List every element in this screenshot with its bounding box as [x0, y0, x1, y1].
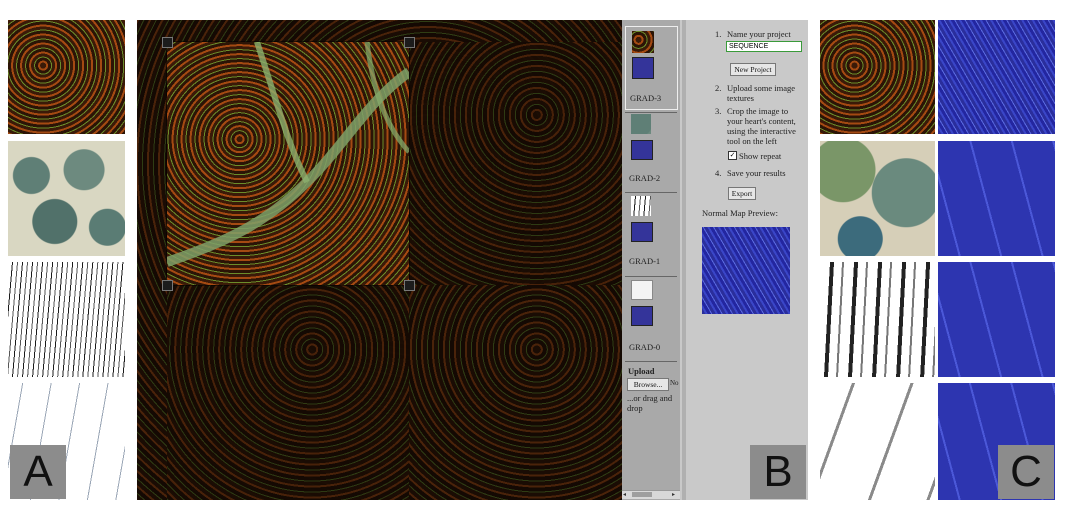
result-lines-normal	[938, 262, 1055, 377]
result-lines-texture	[820, 262, 935, 377]
layer-item[interactable]: GRAD-3	[625, 26, 678, 110]
result-stone-texture	[820, 141, 935, 256]
layer-item[interactable]: GRAD-1	[625, 196, 676, 274]
layer-item[interactable]: GRAD-0	[625, 280, 676, 360]
scrollbar-track[interactable]	[682, 20, 686, 500]
layer-normal-swatch	[631, 306, 653, 326]
show-repeat-checkbox[interactable]: ✓	[728, 151, 737, 160]
tile-bottom-left	[167, 285, 409, 500]
layer-label: GRAD-2	[629, 173, 661, 183]
panel-a: A	[8, 20, 125, 500]
browse-suffix: No	[670, 379, 679, 387]
panel-c: C	[820, 20, 1056, 500]
project-name-input[interactable]	[726, 41, 802, 52]
normal-preview-title: Normal Map Preview:	[702, 208, 779, 218]
layer-label: GRAD-3	[630, 93, 662, 103]
horizontal-scrollbar[interactable]: ◂ ▸	[622, 490, 680, 499]
layer-divider	[625, 112, 677, 113]
result-light-lines-texture	[820, 383, 935, 500]
scroll-right-icon[interactable]: ▸	[672, 491, 675, 499]
layer-item[interactable]: GRAD-2	[625, 114, 676, 190]
layer-divider	[625, 361, 677, 362]
texture-lines-thumb	[8, 262, 125, 377]
new-project-button[interactable]: New Project	[730, 63, 776, 76]
instructions-panel: 1. Name your project New Project 2. Uplo…	[680, 20, 808, 500]
layer-normal-swatch	[631, 222, 653, 242]
layer-label: GRAD-1	[629, 256, 661, 266]
normal-map-preview	[702, 227, 790, 314]
label-c: C	[998, 445, 1054, 499]
step1-text: Name your project	[727, 29, 791, 39]
step3-text: Crop the image to your heart's content, …	[727, 106, 796, 146]
crop-handle-top-left[interactable]	[162, 37, 173, 48]
step4-number: 4.	[715, 168, 722, 178]
scroll-left-icon[interactable]: ◂	[623, 491, 626, 499]
result-canyon-normal	[938, 20, 1055, 134]
crop-region[interactable]	[167, 42, 409, 285]
step1-number: 1.	[715, 29, 722, 39]
step2-number: 2.	[715, 83, 722, 93]
scroll-thumb[interactable]	[632, 492, 652, 497]
layer-normal-swatch	[631, 140, 653, 160]
layer-thumb	[632, 31, 654, 53]
step4-text: Save your results	[727, 168, 786, 178]
layer-thumb	[631, 196, 651, 216]
step3-number: 3.	[715, 106, 722, 116]
texture-canyon-thumb	[8, 20, 125, 134]
layer-label: GRAD-0	[629, 342, 661, 352]
browse-button[interactable]: Browse...	[627, 378, 669, 391]
upload-title: Upload	[628, 366, 655, 376]
drag-drop-text: ...or drag and drop	[627, 393, 673, 413]
crop-handle-top-right[interactable]	[404, 37, 415, 48]
layer-divider	[625, 276, 677, 277]
tiled-canvas[interactable]	[137, 20, 622, 500]
river-overlay	[167, 42, 409, 267]
tile-top-right	[409, 42, 622, 285]
layer-thumb	[631, 280, 653, 300]
label-b: B	[750, 445, 806, 499]
crop-handle-bottom-left[interactable]	[162, 280, 173, 291]
result-canyon-texture	[820, 20, 935, 134]
step2-text: Upload some image textures	[727, 83, 795, 103]
show-repeat-label: Show repeat	[739, 151, 782, 161]
layer-normal-swatch	[632, 57, 654, 79]
layer-divider	[625, 192, 677, 193]
export-button[interactable]: Export	[728, 187, 756, 200]
crop-handle-bottom-right[interactable]	[404, 280, 415, 291]
result-stone-normal	[938, 141, 1055, 256]
layer-sidebar: GRAD-3 GRAD-2 GRAD-1 GRAD-0 Upload Brows…	[622, 20, 680, 500]
texture-stone-thumb	[8, 141, 125, 256]
layer-thumb	[631, 114, 651, 134]
label-a: A	[10, 445, 66, 499]
tile-bottom-right	[409, 285, 622, 500]
